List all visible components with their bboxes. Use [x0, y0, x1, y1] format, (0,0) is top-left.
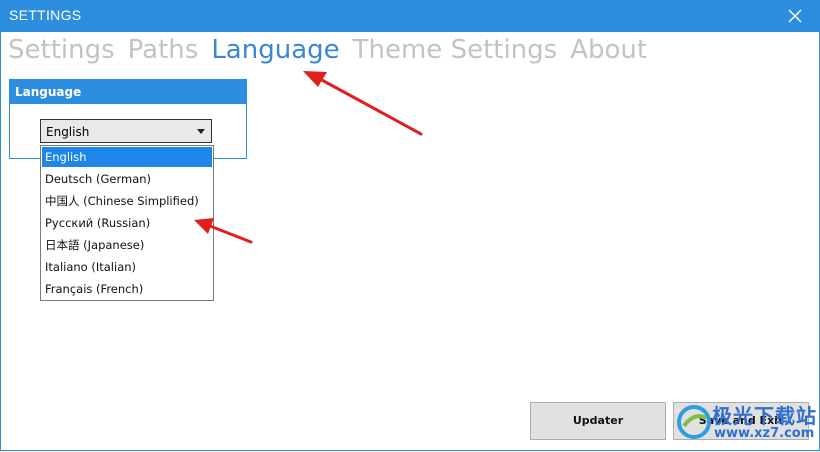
language-option-italian[interactable]: Italiano (Italian) — [41, 256, 213, 278]
watermark-text: 极光下载站 — [712, 404, 817, 428]
chevron-down-icon — [197, 129, 205, 134]
watermark-url: www.xz7.com — [714, 426, 815, 441]
tab-paths[interactable]: Paths — [128, 33, 199, 69]
tab-about[interactable]: About — [570, 33, 647, 69]
language-option-english[interactable]: English — [42, 147, 212, 167]
language-option-chinese[interactable]: 中国人 (Chinese Simplified) — [41, 190, 213, 212]
watermark-icon — [677, 405, 711, 439]
tab-settings[interactable]: Settings — [8, 33, 115, 69]
tab-language[interactable]: Language — [211, 33, 339, 69]
language-option-german[interactable]: Deutsch (German) — [41, 168, 213, 190]
language-select-value: English — [46, 125, 90, 139]
close-icon[interactable] — [788, 9, 802, 23]
title-bar: SETTINGS — [0, 0, 820, 32]
language-option-french[interactable]: Français (French) — [41, 278, 213, 300]
language-select[interactable]: English — [40, 119, 212, 143]
window-title: SETTINGS — [9, 7, 82, 23]
settings-tabs: Settings Paths Language Theme Settings A… — [8, 33, 647, 69]
language-dropdown-list: English Deutsch (German) 中国人 (Chinese Si… — [40, 145, 214, 301]
updater-button[interactable]: Updater — [530, 402, 666, 440]
language-option-russian[interactable]: Русский (Russian) — [41, 212, 213, 234]
language-group-header: Language — [10, 80, 246, 104]
tab-theme-settings[interactable]: Theme Settings — [353, 33, 558, 69]
watermark-logo: 极光下载站 www.xz7.com — [672, 398, 818, 450]
language-option-japanese[interactable]: 日本語 (Japanese) — [41, 234, 213, 256]
